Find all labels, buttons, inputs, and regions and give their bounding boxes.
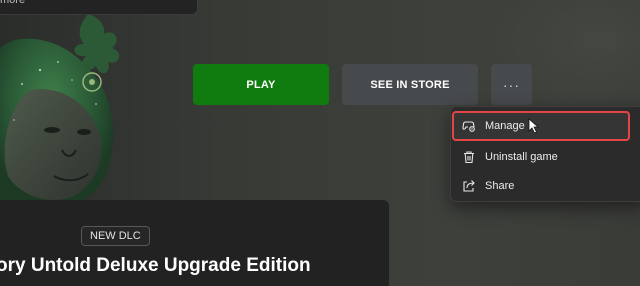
game-title: ory Untold Deluxe Upgrade Edition (0, 255, 311, 276)
menu-item-share[interactable]: Share (451, 171, 640, 201)
top-card-text[interactable]: more (0, 0, 25, 6)
share-icon (462, 179, 476, 193)
menu-item-label: Uninstall game (485, 151, 558, 163)
more-options-menu: Manage Uninstall game Share (450, 106, 640, 202)
more-options-button[interactable]: ··· (491, 64, 532, 105)
gamepad-settings-icon (462, 119, 476, 133)
menu-item-manage[interactable]: Manage (452, 111, 630, 141)
menu-item-label: Share (485, 180, 515, 192)
new-dlc-badge: NEW DLC (81, 226, 150, 246)
menu-item-uninstall-game[interactable]: Uninstall game (451, 142, 640, 172)
see-in-store-button[interactable]: SEE IN STORE (342, 64, 478, 105)
top-info-card: more (0, 0, 198, 15)
trash-icon (462, 150, 476, 164)
menu-item-label: Manage (485, 120, 525, 132)
play-button[interactable]: PLAY (193, 64, 329, 105)
mouse-cursor-icon (528, 118, 539, 134)
